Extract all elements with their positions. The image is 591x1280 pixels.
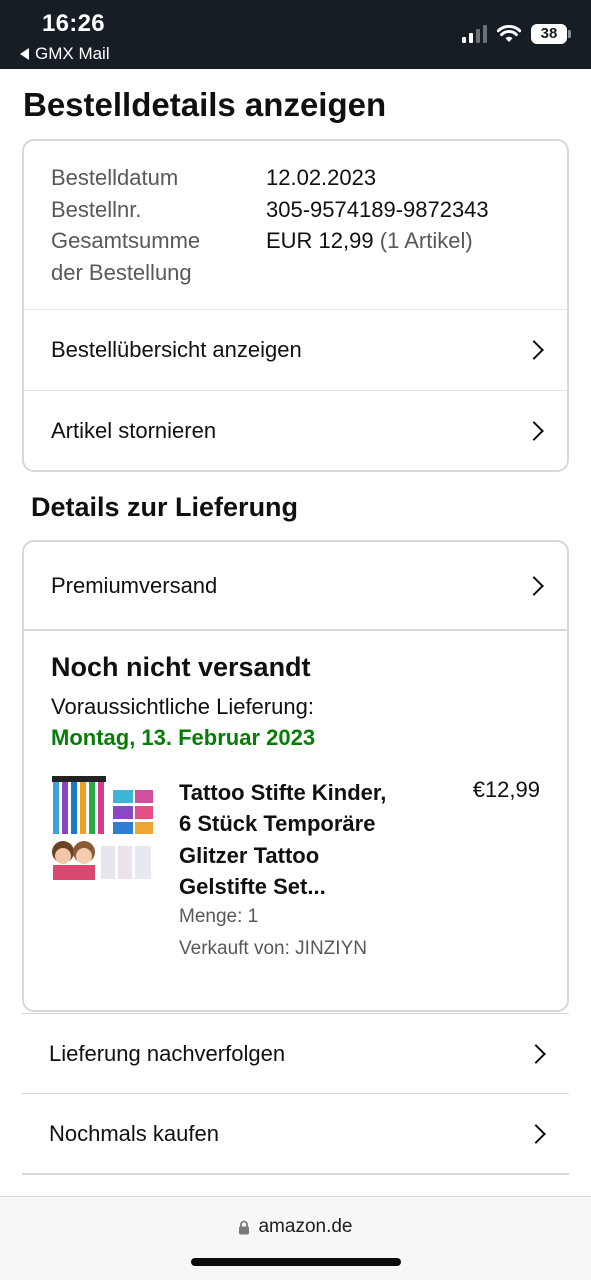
- address-bar[interactable]: amazon.de: [0, 1216, 591, 1238]
- product-price: €12,99: [472, 777, 540, 802]
- view-order-overview-link[interactable]: Bestellübersicht anzeigen: [24, 309, 567, 389]
- eta-date: Montag, 13. Februar 2023: [51, 725, 316, 750]
- cellular-signal-icon: [462, 25, 487, 43]
- delivery-section-title: Details zur Lieferung: [31, 492, 299, 522]
- order-total-value: EUR 12,99 (1 Artikel): [266, 228, 473, 253]
- view-order-overview-label: Bestellübersicht anzeigen: [51, 336, 302, 362]
- order-item-count: (1 Artikel): [379, 228, 473, 253]
- lock-icon: [239, 1220, 250, 1234]
- buy-again-link[interactable]: Nochmals kaufen: [22, 1093, 569, 1173]
- track-package-link[interactable]: Lieferung nachverfolgen: [22, 1013, 569, 1093]
- wifi-icon: [497, 25, 521, 42]
- product-image[interactable]: [51, 776, 155, 882]
- status-bar: 16:26 GMX Mail 38: [0, 0, 591, 69]
- order-number-value: 305-9574189-9872343: [266, 196, 489, 222]
- order-date-label: Bestelldatum: [51, 165, 179, 190]
- divider: [22, 1173, 569, 1175]
- chevron-right-icon: [524, 339, 544, 360]
- back-app-label: GMX Mail: [35, 44, 110, 63]
- chevron-right-icon: [526, 1043, 546, 1064]
- divider: [24, 629, 567, 631]
- buy-again-label: Nochmals kaufen: [49, 1120, 219, 1146]
- chevron-right-icon: [526, 1123, 546, 1144]
- track-package-label: Lieferung nachverfolgen: [49, 1040, 286, 1066]
- cancel-items-link[interactable]: Artikel stornieren: [24, 390, 567, 470]
- home-indicator[interactable]: [191, 1258, 401, 1266]
- product-seller: Verkauft von: JINZIYN: [179, 938, 367, 959]
- status-time: 16:26: [42, 10, 105, 37]
- address-domain: amazon.de: [258, 1216, 353, 1237]
- shipment-status: Noch nicht versandt: [51, 652, 311, 682]
- back-arrow-icon: [20, 48, 29, 60]
- order-total-label: Gesamtsumme der Bestellung: [51, 228, 201, 285]
- chevron-right-icon: [524, 576, 544, 596]
- order-number-label: Bestellnr.: [51, 196, 142, 222]
- back-to-app-link[interactable]: GMX Mail: [20, 44, 110, 64]
- order-date-value: 12.02.2023: [266, 165, 377, 190]
- shipping-method-link[interactable]: Premiumversand: [24, 542, 567, 630]
- order-info: Bestelldatum 12.02.2023 Bestellnr. 305-9…: [51, 162, 551, 288]
- order-summary-card: Bestelldatum 12.02.2023 Bestellnr. 305-9…: [22, 139, 569, 472]
- battery-icon: 38: [531, 24, 571, 44]
- delivery-card: Premiumversand Noch nicht versandt Vorau…: [22, 540, 569, 1012]
- product-quantity: Menge: 1: [179, 906, 259, 927]
- eta-label: Voraussichtliche Lieferung:: [51, 694, 314, 719]
- browser-toolbar: [0, 1197, 591, 1280]
- status-icons: 38: [462, 24, 571, 44]
- shipping-method-label: Premiumversand: [51, 573, 218, 598]
- chevron-right-icon: [524, 420, 544, 441]
- product-title-link[interactable]: Tattoo Stifte Kinder, 6 Stück Temporäre …: [179, 777, 429, 902]
- cancel-items-label: Artikel stornieren: [51, 417, 217, 443]
- page-title: Bestelldetails anzeigen: [23, 86, 387, 123]
